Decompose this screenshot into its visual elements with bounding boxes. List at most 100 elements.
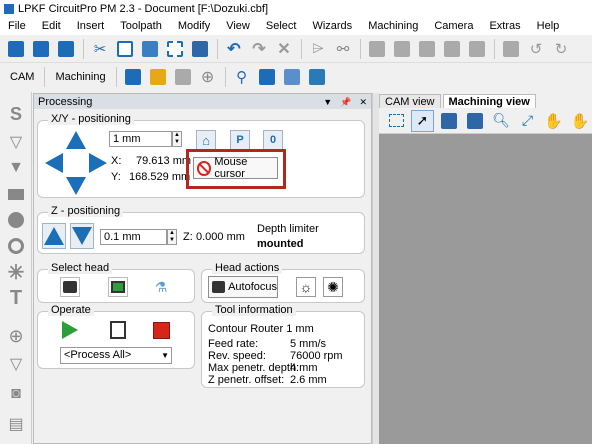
move-left-button[interactable] <box>42 151 66 175</box>
drill-tool[interactable]: ◙ <box>6 384 26 404</box>
title-bar: LPKF CircuitPro PM 2.3 - Document [F:\Do… <box>0 0 592 17</box>
fiducial-button[interactable]: ⊕ <box>196 66 220 88</box>
pad-icon: ▤ <box>8 416 24 433</box>
machining-view-canvas[interactable] <box>379 134 592 444</box>
autofocus-button[interactable]: Autofocus <box>208 276 278 298</box>
measure-tool[interactable]: ▽ <box>6 354 26 374</box>
rectangle-tool[interactable] <box>6 184 26 204</box>
delete-button[interactable]: ✕ <box>272 38 296 60</box>
camera-button[interactable] <box>305 66 329 88</box>
undo-button[interactable]: ↶ <box>222 38 246 60</box>
xy-step-input[interactable]: 1 mm <box>109 131 172 147</box>
tool-library-button[interactable] <box>255 66 279 88</box>
panel-splitter[interactable] <box>372 93 379 444</box>
menu-help[interactable]: Help <box>529 17 568 35</box>
zoom-fit-button[interactable] <box>438 110 460 132</box>
tool-select-button[interactable] <box>171 66 195 88</box>
align-button[interactable] <box>415 38 439 60</box>
open-button[interactable] <box>29 38 53 60</box>
copy-button[interactable] <box>113 38 137 60</box>
machining-mode-label[interactable]: Machining <box>49 71 111 83</box>
star-tool[interactable]: ✳ <box>6 262 26 284</box>
origin-button[interactable]: 0 <box>263 130 283 150</box>
mirror-button[interactable] <box>365 38 389 60</box>
pin-icon[interactable]: 📌 <box>340 97 351 107</box>
menu-modify[interactable]: Modify <box>170 17 218 35</box>
menu-wizards[interactable]: Wizards <box>304 17 360 35</box>
save-button[interactable] <box>54 38 78 60</box>
pan-alt-button[interactable]: ✋ <box>569 110 591 132</box>
move-up-button[interactable] <box>64 129 88 151</box>
board-production-button[interactable] <box>121 66 145 88</box>
menu-file[interactable]: File <box>0 17 34 35</box>
menu-toolpath[interactable]: Toolpath <box>112 17 170 35</box>
dispenser-head-button[interactable]: ⚗ <box>151 277 171 297</box>
cut-button[interactable]: ✂ <box>88 38 112 60</box>
tool-magazine-button[interactable]: ⚲ <box>230 66 254 88</box>
print-button[interactable] <box>188 38 212 60</box>
pointer-button[interactable]: ➚ <box>411 109 434 132</box>
edit-nodes-button[interactable]: ⌲ <box>306 38 330 60</box>
draw-s-tool[interactable]: S <box>6 104 26 124</box>
new-document-icon <box>8 40 24 57</box>
ring-tool[interactable] <box>6 236 26 256</box>
start-button[interactable] <box>60 320 80 340</box>
move-down-button[interactable] <box>64 175 88 197</box>
pan-button[interactable]: ✋ <box>543 110 565 132</box>
milling-head-button[interactable] <box>60 277 80 297</box>
step-button[interactable] <box>108 320 128 340</box>
zoom-extents-button[interactable]: ⤢ <box>516 110 538 132</box>
rotate-right-button[interactable]: ↻ <box>549 38 573 60</box>
light-off-button[interactable]: ✺ <box>323 277 343 297</box>
menu-extras[interactable]: Extras <box>481 17 528 35</box>
xy-step-spinner[interactable]: ▲ ▼ <box>172 131 182 147</box>
print-preview-button[interactable] <box>163 38 187 60</box>
zoom-board-button[interactable] <box>464 110 486 132</box>
process-button[interactable] <box>280 66 304 88</box>
menu-machining[interactable]: Machining <box>360 17 426 35</box>
menu-view[interactable]: View <box>218 17 258 35</box>
redo-button[interactable]: ↷ <box>247 38 271 60</box>
z-step-spinner[interactable]: ▲ ▼ <box>167 229 177 245</box>
fill-button[interactable] <box>499 38 523 60</box>
light-on-button[interactable]: ☼ <box>296 277 316 297</box>
circle-filled-icon <box>8 212 24 228</box>
select-region-button[interactable] <box>385 110 407 132</box>
tab-machining-view[interactable]: Machining view <box>442 94 536 108</box>
connect-button[interactable]: ⚯ <box>331 38 355 60</box>
camera-head-button[interactable] <box>108 277 128 297</box>
crosshair-tool[interactable]: ⊕ <box>6 326 26 346</box>
circle-tool[interactable] <box>6 210 26 230</box>
text-tool[interactable]: T <box>6 287 26 309</box>
panel-dropdown-icon[interactable]: ▼ <box>323 97 332 107</box>
distribute-button[interactable] <box>440 38 464 60</box>
tab-cam-view[interactable]: CAM view <box>379 94 441 108</box>
process-select[interactable]: <Process All> ▼ <box>60 347 172 364</box>
zoom-button[interactable]: 🔍︎ <box>490 110 512 132</box>
mouse-cursor-button[interactable]: Mouse cursor <box>193 156 278 180</box>
z-down-button[interactable] <box>70 223 94 249</box>
paste-button[interactable] <box>138 38 162 60</box>
menu-camera[interactable]: Camera <box>426 17 481 35</box>
z-step-input[interactable]: 0.1 mm <box>100 229 167 245</box>
menu-select[interactable]: Select <box>258 17 305 35</box>
stop-button[interactable] <box>151 320 171 340</box>
export-button[interactable] <box>146 66 170 88</box>
z-up-button[interactable] <box>42 223 66 249</box>
polygon-tool[interactable]: ▽ <box>6 132 26 152</box>
move-right-button[interactable] <box>86 151 110 175</box>
rotate-left-button[interactable]: ↺ <box>524 38 548 60</box>
close-icon[interactable]: ✕ <box>359 97 367 107</box>
arrow-right-icon <box>89 153 107 173</box>
mirror-v-button[interactable] <box>390 38 414 60</box>
menu-insert[interactable]: Insert <box>69 17 113 35</box>
filled-polygon-tool[interactable]: ▼ <box>6 158 26 178</box>
pad-tool[interactable]: ▤ <box>6 414 26 434</box>
delete-icon: ✕ <box>277 40 291 58</box>
cam-mode-label[interactable]: CAM <box>4 71 40 83</box>
menu-edit[interactable]: Edit <box>34 17 69 35</box>
new-document-button[interactable] <box>4 38 28 60</box>
group-button[interactable] <box>465 38 489 60</box>
park-button[interactable]: P <box>230 130 250 150</box>
home-button[interactable]: ⌂ <box>196 130 216 150</box>
